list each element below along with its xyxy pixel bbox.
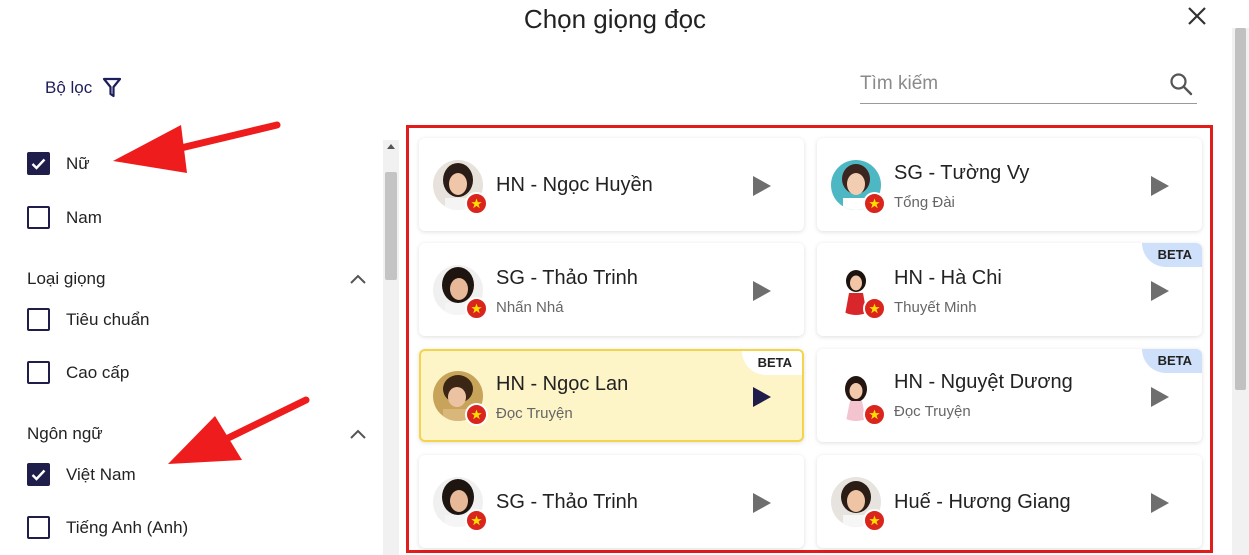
vietnam-flag-icon [863,403,886,426]
avatar [831,371,886,426]
voice-name: SG - Tường Vy [894,162,1030,184]
vietnam-flag-icon [465,509,488,532]
scrollbar-thumb[interactable] [1235,28,1246,390]
checkbox-label: Nữ [66,153,90,173]
avatar [433,371,488,426]
checkbox-female[interactable]: Nữ [27,152,90,175]
play-icon[interactable] [751,385,773,409]
page-scrollbar[interactable] [1232,28,1249,555]
search-box [860,64,1197,104]
voice-name: HN - Ngọc Huyền [496,174,653,196]
voice-card[interactable]: Huế - Hương Giang [817,455,1202,548]
play-icon[interactable] [1149,491,1171,515]
section-language[interactable]: Ngôn ngữ [27,424,367,444]
filter-sidebar: Nữ Nam Loại giọng Tiêu chuẩn Cao cấp Ngô… [0,140,380,555]
checkbox-label: Tiêu chuẩn [66,309,150,329]
voice-name: SG - Thảo Trinh [496,491,638,513]
avatar [433,160,488,215]
vietnam-flag-icon [465,297,488,320]
voice-style: Thuyết Minh [894,299,977,316]
voice-style: Tổng Đài [894,194,955,211]
avatar [831,477,886,532]
play-icon[interactable] [1149,174,1171,198]
play-icon[interactable] [1149,385,1171,409]
filter-button[interactable]: Bộ lọc [45,77,122,99]
play-icon[interactable] [751,174,773,198]
voice-card[interactable]: BETA HN - Hà Chi Thuyết Minh [817,243,1202,336]
voice-card[interactable]: SG - Tường Vy Tổng Đài [817,138,1202,231]
search-icon[interactable] [1169,72,1193,96]
section-voice-type[interactable]: Loại giọng [27,269,367,289]
voice-name: HN - Hà Chi [894,267,1002,289]
play-icon[interactable] [1149,279,1171,303]
checkbox-vietnam[interactable]: Việt Nam [27,463,136,486]
vietnam-flag-icon [465,192,488,215]
checkbox-label: Việt Nam [66,464,136,484]
checkbox-english-uk[interactable]: Tiếng Anh (Anh) [27,516,188,539]
voice-name: HN - Ngọc Lan [496,373,629,395]
voice-card[interactable]: SG - Thảo Trinh [419,455,804,548]
voice-card[interactable]: HN - Ngọc Huyền [419,138,804,231]
voice-style: Nhấn Nhá [496,299,564,316]
beta-badge: BETA [742,351,802,375]
scrollbar-thumb[interactable] [385,172,397,280]
checkbox-standard[interactable]: Tiêu chuẩn [27,308,149,331]
play-icon[interactable] [751,491,773,515]
search-input[interactable] [860,70,1150,98]
avatar [433,477,488,532]
play-icon[interactable] [751,279,773,303]
checkbox-label: Tiếng Anh (Anh) [66,517,189,537]
avatar [831,265,886,320]
voice-name: Huế - Hương Giang [894,491,1071,513]
checkbox-male[interactable]: Nam [27,206,102,229]
filter-icon [103,77,122,98]
beta-badge: BETA [1142,349,1202,373]
checkbox-premium[interactable]: Cao cấp [27,361,129,384]
voice-name: HN - Nguyệt Dương [894,371,1073,393]
section-heading: Ngôn ngữ [27,424,103,443]
checkbox-label: Nam [66,207,102,227]
checkbox-checked[interactable] [27,152,50,175]
voice-card-selected[interactable]: BETA HN - Ngọc Lan Đọc Truyện [419,349,804,442]
checkbox-unchecked[interactable] [27,308,50,331]
vietnam-flag-icon [863,509,886,532]
beta-badge: BETA [1142,243,1202,267]
checkbox-checked[interactable] [27,463,50,486]
dialog-title: Chọn giọng đọc [523,4,707,34]
voice-name: SG - Thảo Trinh [496,267,638,289]
filter-label: Bộ lọc [45,78,93,97]
section-heading: Loại giọng [27,269,106,288]
vietnam-flag-icon [863,192,886,215]
chevron-up-icon[interactable] [349,428,367,440]
voice-style: Đọc Truyện [894,403,971,420]
close-icon[interactable] [1183,2,1211,30]
avatar [433,265,488,320]
scroll-up-icon[interactable] [387,144,395,149]
voice-card[interactable]: BETA HN - Nguyệt Dương Đọc Truyện [817,349,1202,442]
sidebar-scrollbar[interactable] [383,140,399,555]
checkbox-label: Cao cấp [66,362,130,382]
checkbox-unchecked[interactable] [27,516,50,539]
vietnam-flag-icon [863,297,886,320]
chevron-up-icon[interactable] [349,273,367,285]
voice-card[interactable]: SG - Thảo Trinh Nhấn Nhá [419,243,804,336]
vietnam-flag-icon [465,403,488,426]
checkbox-unchecked[interactable] [27,206,50,229]
avatar [831,160,886,215]
voice-style: Đọc Truyện [496,405,573,422]
checkbox-unchecked[interactable] [27,361,50,384]
voice-grid-highlight: HN - Ngọc Huyền SG - Tường Vy Tổng Đài S… [406,125,1213,553]
